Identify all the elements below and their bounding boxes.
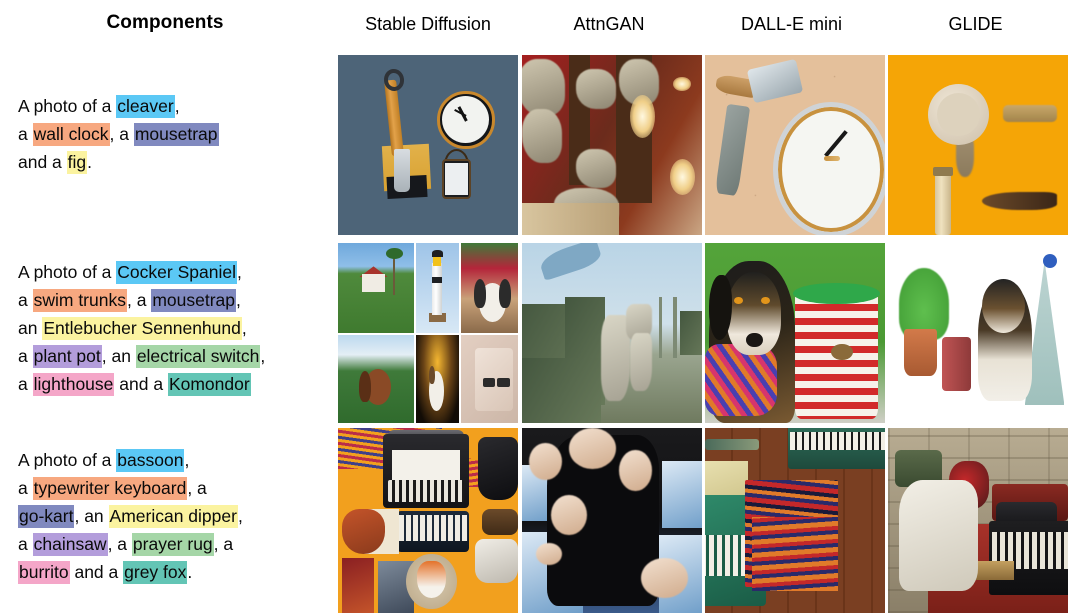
prompt-text-row-1: A photo of a cleaver, a wall clock, a mou… bbox=[18, 92, 338, 176]
generated-image-r1-glide bbox=[888, 55, 1068, 235]
generated-image-r2-dalle-mini bbox=[705, 243, 885, 423]
prompt-plain-text: . bbox=[87, 152, 93, 172]
component-highlight: chainsaw bbox=[32, 533, 108, 556]
prompt-text-row-2: A photo of a Cocker Spaniel, a swim trunk… bbox=[18, 258, 338, 398]
prompt-plain-text: , a bbox=[126, 290, 152, 310]
component-highlight: wall clock bbox=[32, 123, 110, 146]
prompt-plain-text: , bbox=[236, 262, 242, 282]
prompt-plain-text: , a bbox=[213, 534, 234, 554]
component-highlight: mousetrap bbox=[133, 123, 219, 146]
component-highlight: bassoon bbox=[116, 449, 185, 472]
prompt-plain-text: a bbox=[18, 124, 33, 144]
model-header-glide: GLIDE bbox=[948, 14, 1003, 34]
prompt-plain-text: , an bbox=[101, 346, 136, 366]
generated-image-r2-stable-diffusion bbox=[338, 243, 518, 423]
generated-image-r3-dalle-mini bbox=[705, 428, 885, 613]
prompt-plain-text: , bbox=[236, 290, 241, 310]
generated-image-r3-glide bbox=[888, 428, 1068, 613]
model-header-stable-diffusion: Stable Diffusion bbox=[365, 14, 491, 34]
prompt-plain-text: , a bbox=[187, 478, 207, 498]
prompt-plain-text: a bbox=[18, 374, 33, 394]
model-column-headers: Stable Diffusion AttnGAN DALL-E mini GLI… bbox=[338, 14, 1068, 35]
component-highlight: typewriter keyboard bbox=[32, 477, 188, 500]
prompt-plain-text: A photo of a bbox=[18, 450, 117, 470]
prompt-plain-text: a bbox=[18, 346, 33, 366]
generated-image-r1-stable-diffusion bbox=[338, 55, 518, 235]
component-highlight: lighthouse bbox=[32, 373, 115, 396]
prompt-plain-text: and a bbox=[114, 374, 168, 394]
component-highlight: prayer rug bbox=[131, 533, 214, 556]
generated-image-r1-dalle-mini bbox=[705, 55, 885, 235]
prompt-plain-text: , bbox=[184, 450, 190, 470]
component-highlight: Cocker Spaniel bbox=[116, 261, 237, 284]
prompt-plain-text: a bbox=[18, 478, 33, 498]
prompt-text-row-3: A photo of a bassoon, a typewriter keyboa… bbox=[18, 446, 338, 586]
prompt-plain-text: , an bbox=[74, 506, 109, 526]
component-highlight: Komondor bbox=[167, 373, 251, 396]
component-highlight: grey fox bbox=[123, 561, 188, 584]
component-highlight: go-kart bbox=[18, 505, 75, 528]
prompt-plain-text: an bbox=[18, 318, 43, 338]
prompt-plain-text: a bbox=[18, 534, 33, 554]
model-header-attngan: AttnGAN bbox=[573, 14, 645, 34]
component-highlight: burrito bbox=[18, 561, 70, 584]
prompt-plain-text: A photo of a bbox=[18, 262, 117, 282]
generated-image-r1-attngan bbox=[522, 55, 702, 235]
prompt-plain-text: and a bbox=[18, 152, 67, 172]
prompt-plain-text: A photo of a bbox=[18, 96, 117, 116]
generated-image-r2-glide bbox=[888, 243, 1068, 423]
model-header-dalle-mini: DALL-E mini bbox=[740, 14, 843, 34]
components-column-header: Components bbox=[106, 12, 224, 33]
component-highlight: cleaver bbox=[116, 95, 175, 118]
prompt-plain-text: , a bbox=[109, 124, 134, 144]
component-highlight: mousetrap bbox=[151, 289, 236, 312]
prompt-plain-text: . bbox=[187, 562, 193, 582]
prompt-plain-text: , bbox=[237, 506, 243, 526]
component-highlight: electrical switch bbox=[135, 345, 261, 368]
component-highlight: Entlebucher Sennenhund bbox=[42, 317, 242, 340]
prompt-plain-text: , a bbox=[107, 534, 132, 554]
component-highlight: American dipper bbox=[108, 505, 238, 528]
prompt-plain-text: and a bbox=[69, 562, 124, 582]
figure-root: Components Stable Diffusion AttnGAN DALL… bbox=[0, 0, 1070, 615]
generated-image-r3-attngan bbox=[522, 428, 702, 613]
component-highlight: plant pot bbox=[32, 345, 102, 368]
component-highlight: swim trunks bbox=[32, 289, 127, 312]
prompt-plain-text: , bbox=[260, 346, 266, 366]
generated-image-r3-stable-diffusion bbox=[338, 428, 518, 613]
prompt-plain-text: , bbox=[241, 318, 247, 338]
component-highlight: fig bbox=[66, 151, 88, 174]
prompt-plain-text: , bbox=[174, 96, 180, 116]
generated-image-r2-attngan bbox=[522, 243, 702, 423]
prompt-plain-text: a bbox=[18, 290, 33, 310]
